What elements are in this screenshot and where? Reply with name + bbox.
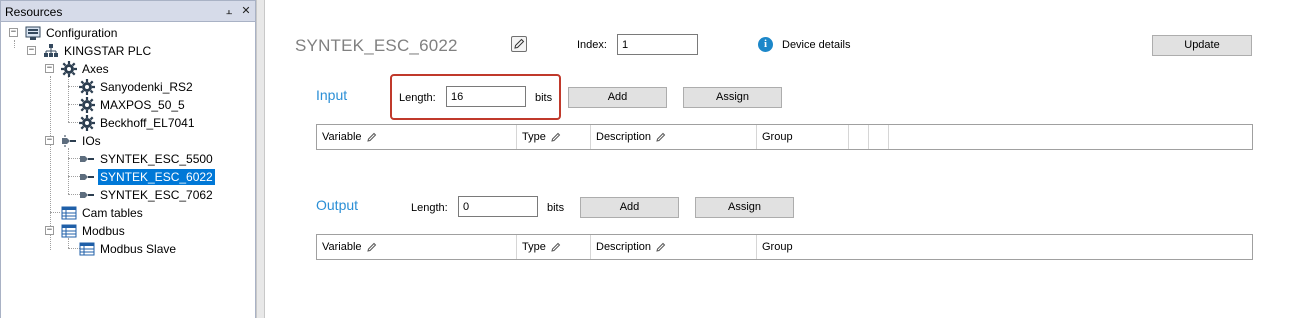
tree-item-kingstar-plc[interactable]: − KINGSTAR PLC [1, 42, 153, 60]
close-icon[interactable]: ✕ [239, 4, 253, 18]
grid-header: Variable Type Description Group [317, 235, 849, 259]
output-unit-label: bits [547, 202, 565, 214]
edit-icon [551, 132, 561, 142]
tree-label: SYNTEK_ESC_7062 [100, 188, 213, 202]
gear-icon [61, 61, 77, 77]
tree-item-configuration[interactable]: − Configuration [1, 24, 119, 42]
device-title: SYNTEK_ESC_6022 [295, 36, 458, 55]
collapse-icon[interactable]: − [45, 64, 54, 73]
tree-item-io[interactable]: SYNTEK_ESC_7062 [79, 186, 215, 204]
edit-icon [551, 242, 561, 252]
collapse-icon[interactable]: − [27, 46, 36, 55]
collapse-icon[interactable]: − [9, 28, 18, 37]
info-icon[interactable]: i [758, 37, 773, 52]
column-header-type[interactable]: Type [517, 125, 591, 149]
table-icon [79, 241, 95, 257]
tree-label: Sanyodenki_RS2 [100, 80, 193, 94]
pin-icon[interactable]: ⫠ [222, 4, 236, 18]
device-editor: SYNTEK_ESC_6022 Index: i Device details … [264, 0, 1305, 318]
plug-icon [79, 169, 95, 185]
output-assign-button[interactable]: Assign [695, 197, 794, 218]
device-details-link[interactable]: Device details [782, 39, 850, 51]
resources-panel: Resources ⫠ ✕ − Configuration − KINGSTAR… [0, 0, 256, 318]
column-header-type[interactable]: Type [517, 235, 591, 259]
index-label: Index: [577, 39, 607, 51]
plug-icon [79, 187, 95, 203]
table-icon [61, 205, 77, 221]
tree-item-io[interactable]: SYNTEK_ESC_5500 [79, 150, 215, 168]
index-input[interactable] [617, 34, 698, 55]
collapse-icon[interactable]: − [45, 136, 54, 145]
tree-label: Modbus Slave [100, 242, 177, 256]
plug-icon [61, 133, 77, 149]
output-length-label: Length: [411, 202, 448, 214]
output-add-button[interactable]: Add [580, 197, 679, 218]
input-length-field[interactable] [446, 86, 526, 107]
column-header-description[interactable]: Description [591, 235, 757, 259]
output-length-field[interactable] [458, 196, 538, 217]
tree-item-ios[interactable]: − IOs [1, 132, 103, 150]
tree-item-axes[interactable]: − Axes [1, 60, 111, 78]
input-section-title: Input [316, 87, 348, 103]
gear-icon [79, 79, 95, 95]
edit-icon [656, 132, 666, 142]
gear-icon [79, 115, 95, 131]
tree-label: Axes [82, 62, 109, 76]
table-icon [61, 223, 77, 239]
edit-icon [366, 242, 376, 252]
input-length-label: Length: [399, 92, 436, 104]
column-header-group[interactable]: Group [757, 235, 849, 259]
grid-header: Variable Type Description Group [317, 125, 889, 149]
tree-label: Beckhoff_EL7041 [100, 116, 195, 130]
column-header-variable[interactable]: Variable [317, 125, 517, 149]
edit-icon[interactable] [511, 36, 527, 52]
update-button[interactable]: Update [1152, 35, 1252, 56]
input-unit-label: bits [535, 92, 553, 104]
resources-header: Resources ⫠ ✕ [0, 0, 256, 22]
tree-item-axis[interactable]: MAXPOS_50_5 [79, 96, 187, 114]
configuration-icon [25, 25, 41, 41]
tree-label: MAXPOS_50_5 [100, 98, 185, 112]
input-variables-grid[interactable]: Variable Type Description Group [316, 124, 1253, 150]
input-assign-button[interactable]: Assign [683, 87, 782, 108]
resources-title: Resources [5, 5, 63, 19]
column-spacer [869, 125, 889, 149]
gear-icon [79, 97, 95, 113]
plc-icon [43, 43, 59, 59]
tree-label: Cam tables [82, 206, 143, 220]
tree-item-io-selected[interactable]: SYNTEK_ESC_6022 [79, 168, 215, 186]
column-header-description[interactable]: Description [591, 125, 757, 149]
input-add-button[interactable]: Add [568, 87, 667, 108]
tree-item-axis[interactable]: Sanyodenki_RS2 [79, 78, 195, 96]
plug-icon [79, 151, 95, 167]
tree-item-modbus[interactable]: − Modbus [1, 222, 127, 240]
tree-label: IOs [82, 134, 101, 148]
panel-splitter[interactable] [256, 0, 264, 318]
tree-label: SYNTEK_ESC_5500 [100, 152, 213, 166]
tree-item-axis[interactable]: Beckhoff_EL7041 [79, 114, 197, 132]
column-header-group[interactable]: Group [757, 125, 849, 149]
tree-item-modbus-slave[interactable]: Modbus Slave [79, 240, 178, 258]
collapse-icon[interactable]: − [45, 226, 54, 235]
tree-label: Modbus [82, 224, 125, 238]
tree-label: KINGSTAR PLC [64, 44, 152, 58]
edit-icon [656, 242, 666, 252]
tree-label: SYNTEK_ESC_6022 [98, 169, 215, 185]
column-spacer [849, 125, 869, 149]
output-variables-grid[interactable]: Variable Type Description Group [316, 234, 1253, 260]
resources-tree: − Configuration − KINGSTAR PLC − Axes Sa… [0, 22, 256, 318]
column-header-variable[interactable]: Variable [317, 235, 517, 259]
edit-icon [366, 132, 376, 142]
tree-item-cam-tables[interactable]: Cam tables [61, 204, 145, 222]
tree-label: Configuration [46, 26, 118, 40]
output-section-title: Output [316, 197, 359, 213]
